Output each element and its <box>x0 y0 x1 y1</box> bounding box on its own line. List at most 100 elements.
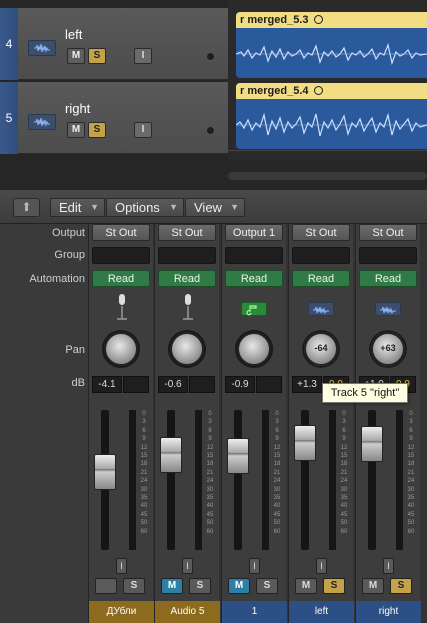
channel-strip: Output 1 Read -0.9 0 3 6 9 12 15 18 21 24 30 35 40 45 50… <box>221 224 287 623</box>
track-header-4[interactable]: 4 left M S I <box>0 8 228 80</box>
group-slot[interactable] <box>359 247 417 264</box>
meter-scale-tick: 6 <box>208 427 212 434</box>
meter-scale: 0 3 6 9 12 15 18 21 24 30 35 40 45 50 60 <box>337 410 351 550</box>
volume-value[interactable]: -0.6 <box>158 376 188 393</box>
solo-button[interactable]: S <box>123 578 145 594</box>
mute-button[interactable]: M <box>362 578 384 594</box>
automation-mode-button[interactable]: Read <box>225 270 283 287</box>
pan-knob[interactable]: +63 <box>371 332 405 366</box>
audio-region[interactable]: r merged_5.4 <box>236 83 427 149</box>
meter-scale-tick: 18 <box>273 461 281 468</box>
track-name[interactable]: right <box>65 101 90 116</box>
meter-scale-tick: 30 <box>407 486 415 493</box>
level-meter <box>329 410 336 550</box>
meter-scale-tick: 40 <box>407 503 415 510</box>
solo-button[interactable]: S <box>88 122 106 138</box>
meter-scale-tick: 60 <box>407 528 415 535</box>
meter-scale-tick: 35 <box>273 495 281 502</box>
meter-scale-tick: 50 <box>340 520 348 527</box>
options-menu[interactable]: Options ▼ <box>106 198 184 217</box>
meter-scale-tick: 9 <box>208 436 212 443</box>
meter-scale-tick: 15 <box>407 453 415 460</box>
volume-value[interactable]: -0.9 <box>225 376 255 393</box>
output-slot[interactable]: Output 1 <box>225 224 283 241</box>
horizontal-scrollbar[interactable] <box>228 172 427 180</box>
automation-mode-button[interactable]: Read <box>359 270 417 287</box>
automation-mode-button[interactable]: Read <box>158 270 216 287</box>
meter-scale-tick: 60 <box>273 528 281 535</box>
meter-scale-tick: 0 <box>208 411 212 417</box>
solo-button[interactable]: S <box>323 578 345 594</box>
record-enable-button[interactable] <box>206 126 215 135</box>
volume-fader[interactable] <box>294 425 316 461</box>
meter-scale-tick: 3 <box>208 419 212 426</box>
group-slot[interactable] <box>225 247 283 264</box>
input-monitor-button[interactable]: I <box>383 558 394 574</box>
record-enable-button[interactable] <box>206 52 215 61</box>
automation-mode-button[interactable]: Read <box>292 270 350 287</box>
channel-name[interactable]: Audio 5 <box>155 601 220 623</box>
view-menu[interactable]: View ▼ <box>185 198 245 217</box>
input-monitor-button[interactable]: I <box>134 122 152 138</box>
meter-scale-tick: 18 <box>140 461 148 468</box>
pan-knob[interactable]: -64 <box>304 332 338 366</box>
audio-region[interactable]: r merged_5.3 <box>236 12 427 78</box>
solo-button[interactable]: S <box>390 578 412 594</box>
automation-mode-button[interactable]: Read <box>92 270 150 287</box>
output-slot[interactable]: St Out <box>92 224 150 241</box>
edit-menu[interactable]: Edit ▼ <box>50 198 105 217</box>
meter-scale-tick: 3 <box>342 419 346 426</box>
region-name: r merged_5.3 <box>240 14 309 26</box>
track-name[interactable]: left <box>65 27 82 42</box>
meter-scale: 0 3 6 9 12 15 18 21 24 30 35 40 45 50 60 <box>203 410 217 550</box>
channel-name[interactable]: 1 <box>222 601 287 623</box>
volume-fader[interactable] <box>227 438 249 474</box>
peak-value[interactable] <box>123 376 149 393</box>
meter-scale-tick: 24 <box>140 478 148 485</box>
mute-button[interactable] <box>95 578 117 594</box>
loop-icon <box>314 86 324 95</box>
input-monitor-button[interactable]: I <box>249 558 260 574</box>
output-slot[interactable]: St Out <box>158 224 216 241</box>
meter-scale-tick: 24 <box>206 478 214 485</box>
mute-button[interactable]: M <box>161 578 183 594</box>
mute-button[interactable]: M <box>67 122 85 138</box>
mute-button[interactable]: M <box>67 48 85 64</box>
volume-fader[interactable] <box>94 454 116 490</box>
peak-value[interactable] <box>189 376 215 393</box>
mute-button[interactable]: M <box>295 578 317 594</box>
group-slot[interactable] <box>92 247 150 264</box>
input-monitor-button[interactable]: I <box>316 558 327 574</box>
volume-value[interactable]: +1.3 <box>292 376 322 393</box>
volume-fader[interactable] <box>160 437 182 473</box>
meter-scale-tick: 9 <box>142 436 146 443</box>
view-menu-label: View <box>194 200 222 215</box>
solo-button[interactable]: S <box>189 578 211 594</box>
meter-scale: 0 3 6 9 12 15 18 21 24 30 35 40 45 50 60 <box>137 410 151 550</box>
pan-knob[interactable] <box>104 332 138 366</box>
level-meter <box>396 410 403 550</box>
group-slot[interactable] <box>292 247 350 264</box>
peak-value[interactable] <box>256 376 282 393</box>
output-slot[interactable]: St Out <box>359 224 417 241</box>
pan-knob[interactable] <box>170 332 204 366</box>
group-slot[interactable] <box>158 247 216 264</box>
channel-name[interactable]: ДУбли <box>89 601 154 623</box>
solo-button[interactable]: S <box>88 48 106 64</box>
meter-scale-tick: 12 <box>340 444 348 451</box>
meter-scale-tick: 3 <box>409 419 413 426</box>
track-header-5[interactable]: 5 right M S I <box>0 82 228 154</box>
volume-fader[interactable] <box>361 426 383 462</box>
input-monitor-button[interactable]: I <box>134 48 152 64</box>
channel-name[interactable]: right <box>356 601 421 623</box>
input-monitor-button[interactable]: I <box>182 558 193 574</box>
mute-button[interactable]: M <box>228 578 250 594</box>
input-monitor-button[interactable]: I <box>116 558 127 574</box>
up-arrow-icon[interactable]: ⬆ <box>13 198 40 217</box>
output-slot[interactable]: St Out <box>292 224 350 241</box>
volume-value[interactable]: -4.1 <box>92 376 122 393</box>
waveform-graphic <box>236 112 427 137</box>
solo-button[interactable]: S <box>256 578 278 594</box>
pan-knob[interactable] <box>237 332 271 366</box>
channel-name[interactable]: left <box>289 601 354 623</box>
